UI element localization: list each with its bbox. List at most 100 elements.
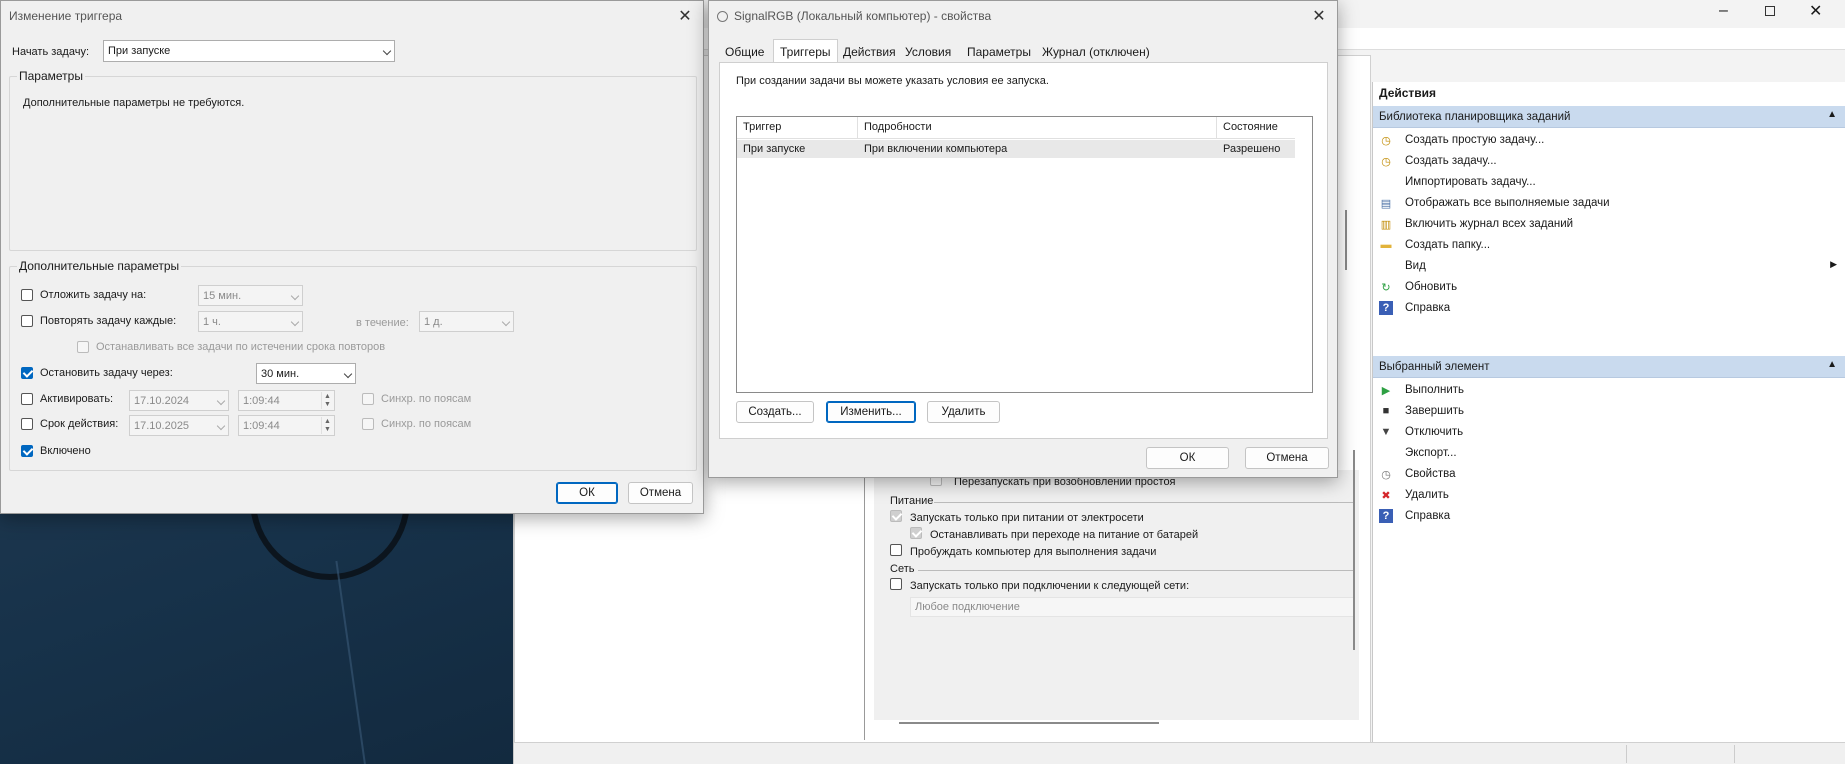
close-icon[interactable]: ✕ bbox=[1309, 6, 1329, 26]
cancel-button[interactable]: Отмена bbox=[628, 482, 693, 504]
cell-state: Разрешено bbox=[1223, 143, 1281, 155]
tab-triggers[interactable]: Триггеры bbox=[773, 39, 838, 63]
action-item-label: Завершить bbox=[1405, 405, 1465, 417]
conditions-hscrollbar[interactable] bbox=[899, 722, 1159, 724]
minimize-icon[interactable]: – bbox=[1719, 2, 1728, 20]
delay-value: 15 мин. bbox=[203, 289, 242, 302]
refresh-icon: ↻ bbox=[1381, 281, 1391, 294]
action-item[interactable]: ↻ Обновить bbox=[1373, 276, 1845, 298]
action-item-label: Свойства bbox=[1405, 468, 1456, 480]
repeat-select[interactable]: 1 ч. bbox=[198, 311, 303, 332]
statusbar-divider-2 bbox=[1734, 745, 1735, 763]
stop-all-checkbox[interactable] bbox=[77, 341, 89, 353]
spin-arrows-icon[interactable]: ▲ ▼ bbox=[321, 417, 333, 434]
enabled-checkbox[interactable] bbox=[21, 445, 33, 457]
clock-icon bbox=[717, 10, 728, 22]
action-item[interactable]: ◷ Создать задачу... bbox=[1373, 150, 1845, 172]
expire-date-picker[interactable]: 17.10.2025 bbox=[129, 415, 229, 436]
action-item[interactable]: ✖ Удалить bbox=[1373, 484, 1845, 506]
action-item-label: Импортировать задачу... bbox=[1405, 176, 1536, 188]
start-task-select[interactable]: При запуске bbox=[103, 40, 395, 62]
selected-header[interactable]: Выбранный элемент ▲ bbox=[1373, 356, 1845, 378]
tab-item[interactable]: Параметры bbox=[961, 41, 1037, 63]
stop-after-select[interactable]: 30 мин. bbox=[256, 363, 356, 384]
ok-button[interactable]: ОК bbox=[1146, 447, 1229, 469]
create-task-icon: ◷ bbox=[1381, 155, 1391, 168]
action-item[interactable]: ■ Завершить bbox=[1373, 400, 1845, 422]
close-icon[interactable]: ✕ bbox=[675, 6, 695, 26]
duration-select[interactable]: 1 д. bbox=[419, 311, 514, 332]
col-details[interactable]: Подробности bbox=[864, 121, 932, 133]
close-icon[interactable]: ✕ bbox=[1809, 1, 1822, 21]
left-pane-divider bbox=[864, 470, 865, 740]
tab-item[interactable]: Общие bbox=[719, 41, 770, 63]
action-item[interactable]: ▶ Выполнить bbox=[1373, 379, 1845, 401]
stop-after-checkbox[interactable] bbox=[21, 367, 33, 379]
wake-checkbox[interactable] bbox=[890, 544, 902, 556]
action-item[interactable]: ▼ Отключить bbox=[1373, 421, 1845, 443]
ok-button[interactable]: ОК bbox=[556, 482, 618, 504]
stop-battery-label: Останавливать при переходе на питание от… bbox=[930, 529, 1199, 541]
triggers-table[interactable]: Триггер Подробности Состояние При запуск… bbox=[736, 116, 1313, 393]
collapse-icon[interactable]: ▲ bbox=[1827, 359, 1837, 370]
action-item[interactable]: ▬ Создать папку... bbox=[1373, 234, 1845, 256]
action-item[interactable]: ? Справка bbox=[1373, 505, 1845, 527]
history-icon: ▥ bbox=[1380, 218, 1392, 231]
ac-only-label: Запускать только при питании от электрос… bbox=[910, 512, 1144, 524]
statusbar-divider-1 bbox=[1626, 745, 1627, 763]
cell-details: При включении компьютера bbox=[864, 143, 1008, 155]
maximize-icon[interactable] bbox=[1765, 6, 1775, 16]
expire-date-value: 17.10.2025 bbox=[134, 419, 190, 432]
network-only-label: Запускать только при подключении к следу… bbox=[910, 580, 1190, 592]
col-state[interactable]: Состояние bbox=[1223, 121, 1278, 133]
action-item[interactable]: Экспорт... bbox=[1373, 442, 1845, 464]
sync-label-2: Синхр. по поясам bbox=[381, 418, 472, 430]
table-row[interactable]: При запуске При включении компьютера Разре… bbox=[737, 140, 1295, 158]
network-select[interactable]: Любое подключение bbox=[910, 597, 1355, 617]
stop-battery-checkbox[interactable] bbox=[910, 527, 922, 539]
action-item-label: Отключить bbox=[1405, 426, 1464, 438]
create-basic-task-icon: ◷ bbox=[1381, 134, 1391, 147]
library-header[interactable]: Библиотека планировщика заданий ▲ bbox=[1373, 106, 1845, 128]
delay-checkbox[interactable] bbox=[21, 289, 33, 301]
tab-item[interactable]: Условия bbox=[899, 41, 957, 63]
action-item[interactable]: ? Справка bbox=[1373, 297, 1845, 319]
right-strip-scrollbar[interactable] bbox=[1345, 210, 1347, 270]
delete-icon: ✖ bbox=[1381, 489, 1391, 502]
activate-time-spinner[interactable]: 1:09:44 ▲ ▼ bbox=[238, 390, 335, 411]
delay-select[interactable]: 15 мин. bbox=[198, 285, 303, 306]
tab-item[interactable]: Журнал (отключен) bbox=[1036, 41, 1156, 63]
delay-label: Отложить задачу на: bbox=[40, 289, 147, 301]
action-item[interactable]: Импортировать задачу... bbox=[1373, 171, 1845, 193]
conditions-scrollbar[interactable] bbox=[1353, 450, 1355, 650]
action-item[interactable]: ◷ Создать простую задачу... bbox=[1373, 129, 1845, 151]
action-item[interactable]: Вид ▶ bbox=[1373, 255, 1845, 277]
cell-trigger: При запуске bbox=[743, 143, 806, 155]
delete-trigger-button[interactable]: Удалить bbox=[927, 401, 1000, 423]
tab-item[interactable]: Действия bbox=[837, 41, 902, 63]
spin-arrows-icon[interactable]: ▲ ▼ bbox=[321, 392, 333, 409]
action-item-label: Отображать все выполняемые задачи bbox=[1405, 197, 1610, 209]
repeat-checkbox[interactable] bbox=[21, 315, 33, 327]
sync-checkbox-2[interactable] bbox=[362, 418, 374, 430]
col-trigger[interactable]: Триггер bbox=[743, 121, 781, 133]
collapse-icon[interactable]: ▲ bbox=[1827, 109, 1837, 120]
edit-trigger-button[interactable]: Изменить... bbox=[826, 401, 916, 423]
params-text: Дополнительные параметры не требуются. bbox=[23, 97, 245, 109]
actions-panel: Действия Библиотека планировщика заданий… bbox=[1372, 82, 1845, 742]
create-trigger-button[interactable]: Создать... bbox=[736, 401, 814, 423]
expire-time-spinner[interactable]: 1:09:44 ▲ ▼ bbox=[238, 415, 335, 436]
activate-date-picker[interactable]: 17.10.2024 bbox=[129, 390, 229, 411]
cancel-button[interactable]: Отмена bbox=[1245, 447, 1329, 469]
sync-checkbox-1[interactable] bbox=[362, 393, 374, 405]
folder-icon: ▬ bbox=[1380, 239, 1392, 251]
action-item[interactable]: ▥ Включить журнал всех заданий bbox=[1373, 213, 1845, 235]
expire-checkbox[interactable] bbox=[21, 418, 33, 430]
activate-checkbox[interactable] bbox=[21, 393, 33, 405]
properties-icon: ◷ bbox=[1381, 468, 1391, 481]
action-item[interactable]: ◷ Свойства bbox=[1373, 463, 1845, 485]
repeat-label: Повторять задачу каждые: bbox=[40, 315, 177, 327]
ac-only-checkbox[interactable] bbox=[890, 510, 902, 522]
action-item[interactable]: ▤ Отображать все выполняемые задачи bbox=[1373, 192, 1845, 214]
network-only-checkbox[interactable] bbox=[890, 578, 902, 590]
